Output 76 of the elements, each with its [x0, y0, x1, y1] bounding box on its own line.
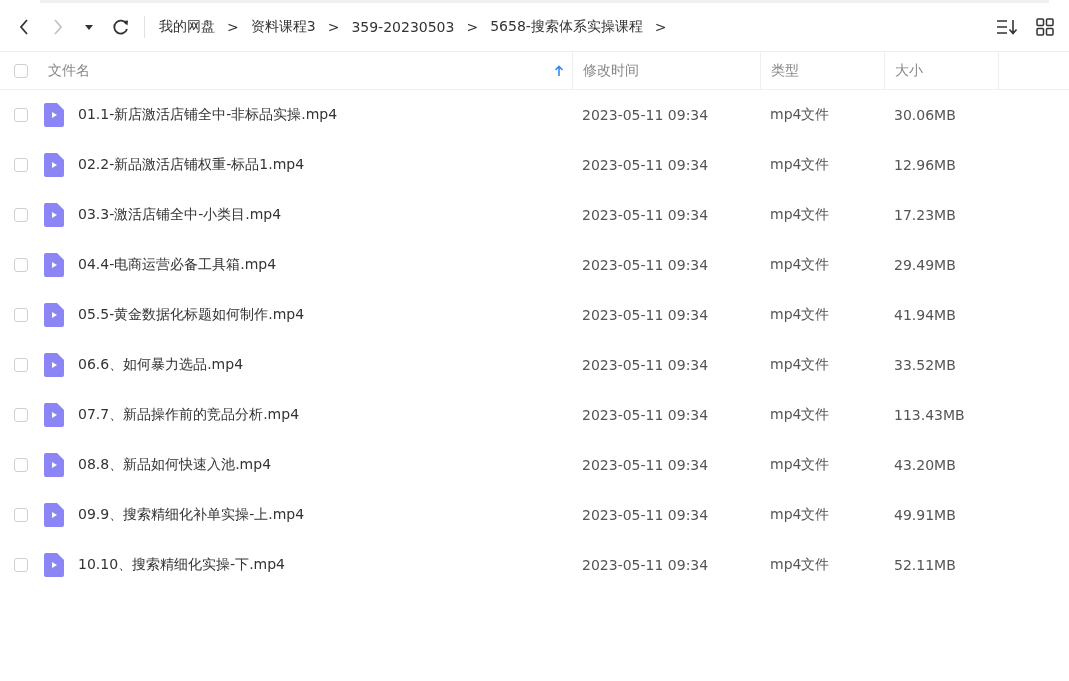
file-type: mp4文件	[770, 256, 830, 274]
file-type: mp4文件	[770, 206, 830, 224]
file-name[interactable]: 07.7、新品操作前的竞品分析.mp4	[78, 406, 300, 424]
video-file-icon	[44, 453, 64, 477]
breadcrumb-separator: >	[465, 19, 480, 35]
row-checkbox[interactable]	[14, 358, 28, 372]
breadcrumb-item[interactable]: 359-20230503	[349, 19, 457, 35]
refresh-icon[interactable]	[111, 17, 131, 37]
file-size: 52.11MB	[894, 557, 956, 573]
file-size: 49.91MB	[894, 507, 956, 523]
column-header[interactable]: 类型	[771, 61, 799, 80]
file-name[interactable]: 04.4-电商运营必备工具箱.mp4	[78, 256, 277, 274]
breadcrumb-item[interactable]: 资料课程3	[248, 18, 318, 36]
file-name[interactable]: 06.6、如何暴力选品.mp4	[78, 356, 244, 374]
video-file-icon	[44, 553, 64, 577]
breadcrumb-separator: >	[326, 19, 341, 35]
video-file-icon	[44, 253, 64, 277]
file-type: mp4文件	[770, 556, 830, 574]
file-name[interactable]: 08.8、新品如何快速入池.mp4	[78, 456, 272, 474]
row-checkbox[interactable]	[14, 258, 28, 272]
grid-view-icon[interactable]	[1033, 15, 1057, 39]
row-checkbox[interactable]	[14, 308, 28, 322]
file-name[interactable]: 03.3-激活店铺全中-小类目.mp4	[78, 206, 282, 224]
file-size: 30.06MB	[894, 107, 956, 123]
file-name[interactable]: 02.2-新品激活店铺权重-标品1.mp4	[78, 156, 305, 174]
modified-time: 2023-05-11 09:34	[582, 557, 709, 573]
file-name[interactable]: 10.10、搜索精细化实操-下.mp4	[78, 556, 285, 574]
sort-ascending-icon[interactable]	[554, 64, 564, 77]
breadcrumb-separator: >	[226, 19, 240, 35]
breadcrumb-item[interactable]: 5658-搜索体系实操课程	[488, 18, 645, 36]
row-checkbox[interactable]	[14, 158, 28, 172]
file-name[interactable]: 05.5-黄金数据化标题如何制作.mp4	[78, 306, 305, 324]
modified-time: 2023-05-11 09:34	[582, 407, 709, 423]
video-file-icon	[44, 353, 64, 377]
modified-time: 2023-05-11 09:34	[582, 307, 709, 323]
modified-time: 2023-05-11 09:34	[582, 157, 709, 173]
modified-time: 2023-05-11 09:34	[582, 507, 709, 523]
video-file-icon	[44, 103, 64, 127]
file-type: mp4文件	[770, 356, 830, 374]
file-type: mp4文件	[770, 456, 830, 474]
modified-time: 2023-05-11 09:34	[582, 257, 709, 273]
select-all-checkbox[interactable]	[14, 63, 28, 78]
file-size: 29.49MB	[894, 257, 956, 273]
row-checkbox[interactable]	[14, 208, 28, 222]
column-header[interactable]: 文件名	[48, 61, 554, 80]
video-file-icon	[44, 303, 64, 327]
file-type: mp4文件	[770, 106, 830, 124]
row-checkbox[interactable]	[14, 558, 28, 572]
file-size: 17.23MB	[894, 207, 956, 223]
video-file-icon	[44, 203, 64, 227]
file-size: 43.20MB	[894, 457, 956, 473]
video-file-icon	[44, 503, 64, 527]
column-header[interactable]: 修改时间	[583, 61, 639, 80]
video-file-icon	[44, 153, 64, 177]
row-checkbox[interactable]	[14, 408, 28, 422]
file-type: mp4文件	[770, 306, 830, 324]
file-name[interactable]: 09.9、搜索精细化补单实操-上.mp4	[78, 506, 305, 524]
file-size: 113.43MB	[894, 407, 965, 423]
modified-time: 2023-05-11 09:34	[582, 357, 709, 373]
file-size: 41.94MB	[894, 307, 956, 323]
video-file-icon	[44, 403, 64, 427]
breadcrumb-item[interactable]: 我的网盘	[157, 18, 217, 36]
row-checkbox[interactable]	[14, 108, 28, 122]
column-header[interactable]: 大小	[895, 61, 923, 80]
file-type: mp4文件	[770, 156, 830, 174]
modified-time: 2023-05-11 09:34	[582, 107, 709, 123]
file-name[interactable]: 01.1-新店激活店铺全中-非标品实操.mp4	[78, 106, 338, 124]
file-size: 33.52MB	[894, 357, 956, 373]
file-size: 12.96MB	[894, 157, 956, 173]
row-checkbox[interactable]	[14, 508, 28, 522]
modified-time: 2023-05-11 09:34	[582, 207, 709, 223]
modified-time: 2023-05-11 09:34	[582, 457, 709, 473]
row-checkbox[interactable]	[14, 458, 28, 472]
breadcrumb-separator: >	[653, 19, 668, 35]
file-type: mp4文件	[770, 406, 830, 424]
file-type: mp4文件	[770, 506, 830, 524]
